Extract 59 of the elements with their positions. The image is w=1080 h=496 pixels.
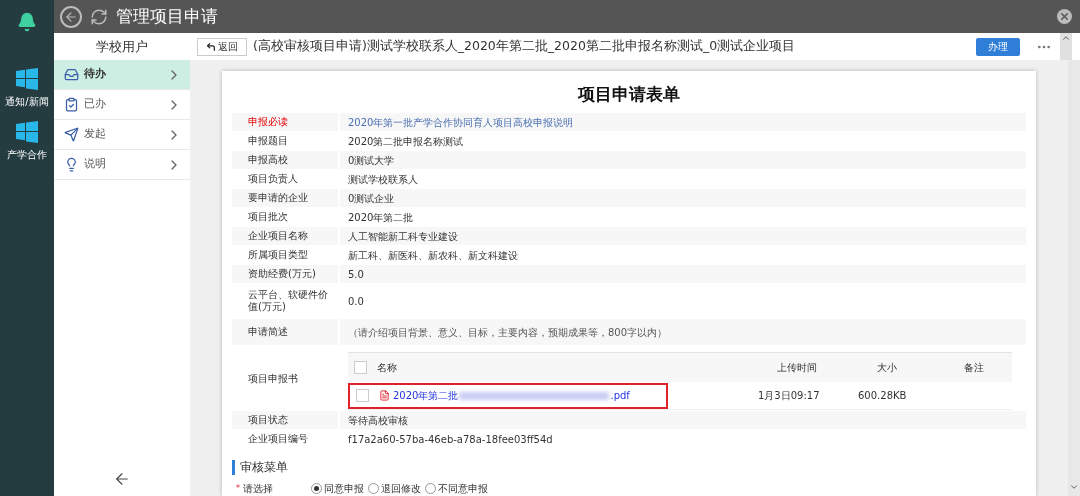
field-value: 人工智能新工科专业建设 xyxy=(340,227,1026,246)
close-icon[interactable] xyxy=(1057,9,1072,24)
field-value: 等待高校审核 xyxy=(340,411,1026,430)
field-label: 请选择 xyxy=(243,482,274,496)
back-button[interactable]: 返回 xyxy=(197,37,247,56)
column-header: 备注 xyxy=(964,361,984,376)
radio-label[interactable]: 不同意申报 xyxy=(438,481,488,496)
field-label: 申请简述 xyxy=(232,319,338,346)
section-title: 审核菜单 xyxy=(240,459,288,477)
scroll-down-icon[interactable] xyxy=(1069,482,1079,492)
file-extension: .pdf xyxy=(610,389,630,404)
scroll-up-icon[interactable] xyxy=(1061,33,1071,43)
send-icon xyxy=(64,127,79,142)
field-value: 5.0 xyxy=(340,265,1026,284)
rail-label[interactable]: 产学合作 xyxy=(7,147,47,162)
checkbox[interactable] xyxy=(356,389,369,403)
bulb-icon xyxy=(64,157,79,172)
column-header: 大小 xyxy=(877,361,898,376)
bell-icon[interactable] xyxy=(17,12,37,32)
field-label: 项目状态 xyxy=(232,411,338,430)
checkbox[interactable] xyxy=(354,361,367,375)
column-header: 名称 xyxy=(377,361,398,376)
field-label: 资助经费(万元) xyxy=(232,265,338,284)
field-label: 申报必读 xyxy=(232,113,338,132)
windows-logo-icon xyxy=(16,121,38,143)
refresh-icon[interactable] xyxy=(90,7,108,26)
form-title: 项目申请表单 xyxy=(576,83,681,106)
rail-label[interactable]: 通知/新闻 xyxy=(5,94,49,109)
field-label: 项目申报书 xyxy=(247,371,299,386)
process-button[interactable]: 办理 xyxy=(976,37,1020,56)
field-label: 要申请的企业 xyxy=(232,189,338,208)
clipboard-icon xyxy=(64,97,79,112)
radio-button[interactable] xyxy=(311,483,322,494)
upload-time: 1月3日09:17 xyxy=(758,389,821,404)
field-value: （请介绍项目背景、意义、目标，主要内容，预期成果等，800字以内） xyxy=(340,319,1026,346)
column-header: 上传时间 xyxy=(777,361,818,376)
page-title: (高校审核项目申请)测试学校联系人_2020年第二批_2020第二批申报名称测试_0测试企业项目 xyxy=(253,37,797,56)
inbox-icon xyxy=(64,67,79,82)
radio-label[interactable]: 同意申报 xyxy=(324,481,364,496)
radio-button[interactable] xyxy=(425,483,436,494)
sidebar-title: 学校用户 xyxy=(95,37,149,56)
file-size: 600.28KB xyxy=(858,389,907,404)
field-value: 0测试企业 xyxy=(340,189,1026,208)
nav-item[interactable]: 待办 xyxy=(54,60,190,90)
field-label: 企业项目名称 xyxy=(232,227,338,246)
radio-button[interactable] xyxy=(368,483,379,494)
required-mark-icon: * xyxy=(236,482,240,495)
radio-label[interactable]: 退回修改 xyxy=(381,481,421,496)
field-label: 申报高校 xyxy=(232,151,338,170)
scrollbar[interactable] xyxy=(1060,33,1072,60)
app-title: 管理项目申请 xyxy=(116,4,218,28)
section-marker xyxy=(232,459,235,475)
field-value: 0测试大学 xyxy=(340,151,1026,170)
field-value[interactable]: 2020年第一批产学合作协同育人项目高校申报说明 xyxy=(340,113,1026,132)
return-arrow-icon xyxy=(206,41,216,52)
windows-logo-icon xyxy=(16,68,38,90)
pdf-file-icon xyxy=(379,390,390,402)
scrollbar-track[interactable] xyxy=(1068,60,1080,496)
file-link[interactable]: 2020年第二批 xyxy=(393,388,459,404)
